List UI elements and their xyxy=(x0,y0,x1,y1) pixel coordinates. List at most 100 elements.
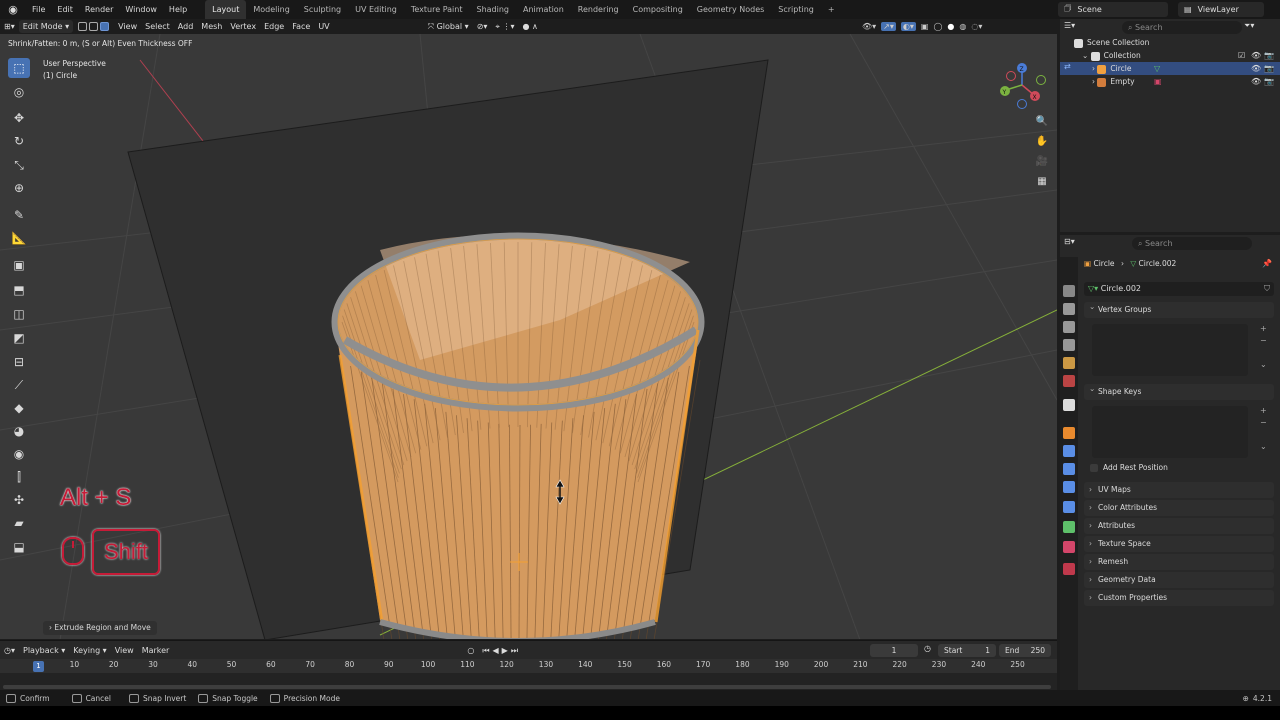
add-workspace-button[interactable]: + xyxy=(821,0,842,19)
menu-window[interactable]: Window xyxy=(119,0,163,19)
camera-icon[interactable]: 📷 xyxy=(1264,49,1274,62)
timeline-ruler[interactable]: 1 10 20 30 40 50 60 70 80 90 100 110 120 130 140 150 16… xyxy=(0,659,1057,673)
spin-tool-icon[interactable]: ◕ xyxy=(8,421,30,441)
shear-tool-icon[interactable]: ▰ xyxy=(8,513,30,533)
poly-build-tool-icon[interactable]: ◆ xyxy=(8,398,30,418)
menu-edit[interactable]: Edit xyxy=(51,0,79,19)
render-tab-icon[interactable] xyxy=(1063,303,1075,315)
proportional-edit-icon[interactable]: ● ∧ xyxy=(518,20,541,33)
add-cube-tool-icon[interactable]: ▣ xyxy=(8,255,30,275)
smooth-tool-icon[interactable]: ◉ xyxy=(8,444,30,464)
mesh-name-field[interactable]: ▽▾ Circle.002 ⛉ xyxy=(1084,282,1274,296)
tab-modeling[interactable]: Modeling xyxy=(246,0,296,19)
world-tab-icon[interactable] xyxy=(1063,375,1075,387)
shape-key-buttons[interactable]: + − ⌄ xyxy=(1260,405,1267,453)
vertex-groups-list[interactable] xyxy=(1092,324,1248,376)
panel-vertex-groups[interactable]: Vertex Groups xyxy=(1084,299,1274,318)
menu-file[interactable]: File xyxy=(26,0,51,19)
editor-type-icon[interactable]: ⊞▾ xyxy=(0,20,19,33)
edit-mode-indicator-icon[interactable]: ⇄ xyxy=(1064,62,1071,71)
menu-add[interactable]: Add xyxy=(174,20,198,33)
panel-shape-keys[interactable]: Shape Keys xyxy=(1084,381,1274,400)
panel-custom-properties[interactable]: Custom Properties xyxy=(1084,590,1274,606)
properties-editor-icon[interactable]: ⊟▾ xyxy=(1064,237,1075,246)
vertex-select-icon[interactable] xyxy=(78,22,88,31)
tab-uv-editing[interactable]: UV Editing xyxy=(348,0,404,19)
measure-tool-icon[interactable]: 📐 xyxy=(8,228,30,248)
camera-view-icon[interactable]: 🎥 xyxy=(1034,154,1050,170)
menu-render[interactable]: Render xyxy=(79,0,119,19)
inset-tool-icon[interactable]: ◫ xyxy=(8,304,30,324)
loop-cut-tool-icon[interactable]: ⊟ xyxy=(8,352,30,372)
camera-icon[interactable]: 📷 xyxy=(1264,75,1274,88)
solid-shading-icon[interactable]: ● xyxy=(947,22,954,31)
pan-hand-icon[interactable]: ✋ xyxy=(1034,134,1050,150)
tab-geometry-nodes[interactable]: Geometry Nodes xyxy=(690,0,771,19)
menu-vertex[interactable]: Vertex xyxy=(226,20,260,33)
select-box-tool-icon[interactable]: ⬚ xyxy=(8,58,30,78)
eye-icon[interactable]: 👁 xyxy=(1251,75,1261,88)
texture-tab-icon[interactable] xyxy=(1063,563,1075,575)
toggle-ortho-grid-icon[interactable]: ▦ xyxy=(1034,174,1050,190)
constraints-tab-icon[interactable] xyxy=(1063,501,1075,513)
camera-icon[interactable]: 📷 xyxy=(1264,62,1274,75)
menu-keying[interactable]: Keying ▾ xyxy=(69,644,110,657)
menu-select[interactable]: Select xyxy=(141,20,174,33)
tab-sculpting[interactable]: Sculpting xyxy=(297,0,348,19)
extrude-tool-icon[interactable]: ⬒ xyxy=(8,280,30,300)
checkbox-icon[interactable] xyxy=(1090,464,1098,472)
face-select-icon[interactable] xyxy=(100,22,110,31)
view-layer-selector[interactable]: ▤ ViewLayer xyxy=(1178,2,1264,17)
outliner-search[interactable]: ⌕ Search xyxy=(1122,21,1242,34)
fake-user-shield-icon[interactable]: ⛉ xyxy=(1264,282,1270,296)
eye-icon[interactable]: 👁 xyxy=(1251,62,1261,75)
modifier-tab-icon[interactable] xyxy=(1063,445,1075,457)
timeline-editor-icon[interactable]: ◷▾ xyxy=(0,644,19,657)
mesh-data-tab-icon[interactable] xyxy=(1063,521,1075,533)
tab-layout[interactable]: Layout xyxy=(205,0,247,19)
panel-texture-space[interactable]: Texture Space xyxy=(1084,536,1274,552)
pivot-icon[interactable]: ⊘▾ xyxy=(473,20,492,33)
end-frame-field[interactable]: End 250 xyxy=(999,644,1051,657)
panel-color-attributes[interactable]: Color Attributes xyxy=(1084,500,1274,516)
menu-help[interactable]: Help xyxy=(163,0,193,19)
panel-remesh[interactable]: Remesh xyxy=(1084,554,1274,570)
outliner-row-circle[interactable]: › Circle ▽ 👁 📷 xyxy=(1060,62,1280,75)
menu-timeline-view[interactable]: View xyxy=(111,644,138,657)
scale-tool-icon[interactable]: ⤡ xyxy=(8,155,30,175)
transform-tool-icon[interactable]: ⊕ xyxy=(8,178,30,198)
snap-icon[interactable]: ⌖ ⋮▾ xyxy=(491,20,518,33)
playback-controls[interactable]: ⏮◀▶⏭ xyxy=(478,644,525,657)
scene-tab-icon[interactable] xyxy=(1063,357,1075,369)
mode-selector[interactable]: Edit Mode ▾ xyxy=(18,20,74,33)
menu-playback[interactable]: Playback ▾ xyxy=(19,644,69,657)
xray-icon[interactable]: ▣ xyxy=(921,22,929,31)
menu-marker[interactable]: Marker xyxy=(138,644,174,657)
edge-slide-tool-icon[interactable]: ⫿ xyxy=(8,467,30,487)
wireframe-shading-icon[interactable]: ◯ xyxy=(933,22,942,31)
mesh-data-icon[interactable]: ▽ xyxy=(1154,62,1160,75)
tab-scripting[interactable]: Scripting xyxy=(771,0,821,19)
collection-tab-icon[interactable] xyxy=(1063,399,1075,411)
current-frame-field[interactable]: 1 xyxy=(870,644,918,657)
tab-animation[interactable]: Animation xyxy=(516,0,571,19)
tab-texture-paint[interactable]: Texture Paint xyxy=(404,0,470,19)
output-tab-icon[interactable] xyxy=(1063,321,1075,333)
tool-tab-icon[interactable] xyxy=(1063,285,1075,297)
object-tab-icon[interactable] xyxy=(1063,427,1075,439)
rotate-tool-icon[interactable]: ↻ xyxy=(8,131,30,151)
menu-view[interactable]: View xyxy=(114,20,141,33)
gizmo-toggle-icon[interactable]: ↗▾ xyxy=(881,22,896,31)
pin-icon[interactable]: 📌 xyxy=(1262,259,1272,268)
knife-tool-icon[interactable]: ⟋ xyxy=(8,375,30,395)
visibility-icon[interactable]: 👁▾ xyxy=(862,22,876,31)
annotate-tool-icon[interactable]: ✎ xyxy=(8,205,30,225)
playhead[interactable]: 1 xyxy=(33,661,44,672)
material-shading-icon[interactable]: ◍ xyxy=(959,22,966,31)
panel-geometry-data[interactable]: Geometry Data xyxy=(1084,572,1274,588)
checkbox-icon[interactable]: ☑ xyxy=(1238,49,1245,62)
filter-icon[interactable]: ⏷▾ xyxy=(1244,21,1254,31)
particles-tab-icon[interactable] xyxy=(1063,463,1075,475)
shrink-fatten-tool-icon[interactable]: ✣ xyxy=(8,490,30,510)
tab-compositing[interactable]: Compositing xyxy=(626,0,690,19)
